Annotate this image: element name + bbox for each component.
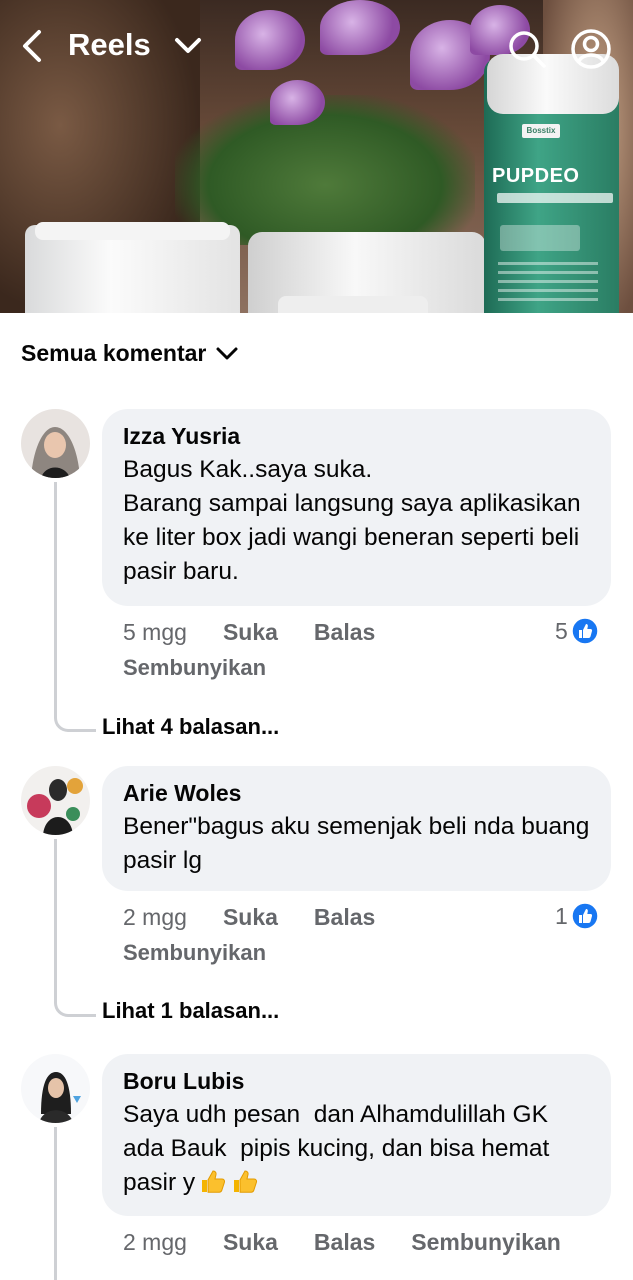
comment-actions: 2 mgg Suka Balas	[123, 904, 411, 931]
comment-actions: 2 mgg Suka Balas Sembunyikan	[123, 1229, 597, 1256]
reaction-count: 5	[555, 617, 568, 644]
chevron-down-icon	[216, 347, 238, 359]
reply-button[interactable]: Balas	[314, 1229, 375, 1256]
comment-time: 2 mgg	[123, 904, 187, 930]
flower-decoration	[270, 80, 325, 125]
white-jar	[278, 296, 428, 313]
like-reaction-icon	[571, 902, 599, 930]
white-jar-lid	[35, 222, 230, 240]
comment-time: 5 mgg	[123, 619, 187, 645]
thread-line	[54, 839, 96, 1017]
comment-sort-label: Semua komentar	[21, 340, 207, 366]
comment-text: Bagus Kak..saya suka. Barang sampai lang…	[123, 456, 581, 585]
hide-button[interactable]: Sembunyikan	[123, 655, 266, 681]
avatar-image	[21, 409, 90, 478]
hide-button[interactable]: Sembunyikan	[123, 940, 266, 966]
reel-video-preview[interactable]: Bosstix PUPDEO Reels	[0, 0, 633, 313]
search-icon[interactable]	[506, 28, 548, 70]
product-badge: Bosstix	[522, 124, 560, 138]
comment-time: 2 mgg	[123, 1229, 187, 1255]
avatar[interactable]	[21, 1054, 90, 1123]
view-replies-link[interactable]: Lihat 1 balasan...	[102, 998, 279, 1024]
thread-line	[54, 1127, 57, 1280]
product-subtitle	[497, 193, 613, 203]
hide-button[interactable]: Sembunyikan	[411, 1229, 561, 1256]
reels-title[interactable]: Reels	[68, 27, 151, 63]
like-reaction-icon	[571, 617, 599, 645]
reply-button[interactable]: Balas	[314, 619, 375, 646]
comment-bubble[interactable]: Arie Woles Bener"bagus aku semenjak beli…	[102, 766, 611, 891]
avatar[interactable]	[21, 409, 90, 478]
comment-text: Saya udh pesan dan Alhamdulillah GK ada …	[123, 1101, 557, 1196]
thumbs-up-emoji	[234, 1170, 258, 1193]
view-replies-link[interactable]: Lihat 4 balasan...	[102, 714, 279, 740]
reply-button[interactable]: Balas	[314, 904, 375, 931]
comment-bubble[interactable]: Boru Lubis Saya udh pesan dan Alhamdulil…	[102, 1054, 611, 1216]
avatar-image	[21, 1054, 90, 1123]
comment-text: Bener"bagus aku semenjak beli nda buang …	[123, 813, 597, 874]
comment-author[interactable]: Boru Lubis	[123, 1066, 591, 1096]
comment-sort-dropdown[interactable]: Semua komentar	[21, 340, 240, 367]
avatar-image	[21, 766, 90, 835]
back-arrow-icon[interactable]	[18, 28, 48, 64]
profile-icon[interactable]	[570, 28, 612, 70]
product-brand: PUPDEO	[492, 165, 580, 187]
comment-bubble[interactable]: Izza Yusria Bagus Kak..saya suka. Barang…	[102, 409, 611, 606]
product-label-lines	[498, 262, 598, 302]
comment-actions: 5 mgg Suka Balas	[123, 619, 411, 646]
avatar[interactable]	[21, 766, 90, 835]
thumbs-up-emoji	[202, 1170, 226, 1193]
thread-line	[54, 482, 96, 732]
comment-author[interactable]: Izza Yusria	[123, 421, 591, 451]
like-button[interactable]: Suka	[223, 1229, 278, 1256]
like-button[interactable]: Suka	[223, 619, 278, 646]
chevron-down-icon[interactable]	[172, 32, 204, 60]
top-bar: Reels	[0, 18, 633, 74]
like-button[interactable]: Suka	[223, 904, 278, 931]
product-tag	[500, 225, 580, 251]
reaction-summary[interactable]: 1	[555, 902, 599, 930]
comment-author[interactable]: Arie Woles	[123, 778, 591, 808]
reaction-count: 1	[555, 902, 568, 929]
comment-text-block: Saya udh pesan dan Alhamdulillah GK ada …	[123, 1098, 591, 1200]
reaction-summary[interactable]: 5	[555, 617, 599, 645]
